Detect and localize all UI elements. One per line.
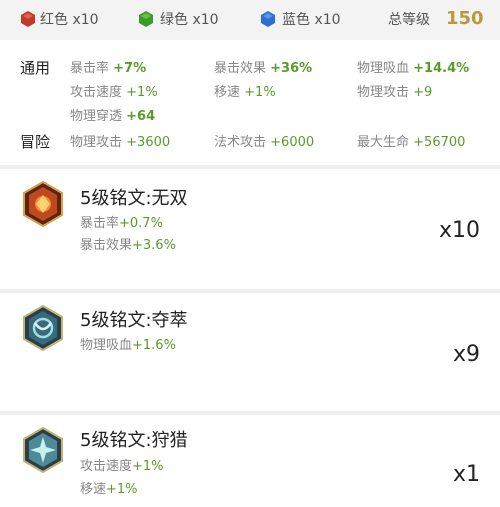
stat-crit-damage: 暴击效果 +36% — [214, 61, 313, 76]
inscription-stat: 移速+1% — [80, 482, 138, 497]
inscription-title: 5级铭文:夺萃 — [80, 310, 188, 331]
stat-crit-rate: 暴击率 +7% — [70, 61, 147, 76]
red-gem-count: 红色 x10 — [40, 12, 99, 28]
stats-summary: 通用 暴击率 +7% 暴击效果 +36% 物理吸血 +14.4% 攻击速度 +1… — [0, 40, 500, 165]
blue-emblem-icon — [23, 427, 63, 473]
inscription-title: 5级铭文:无双 — [80, 188, 188, 209]
category-adventure: 冒险 — [20, 133, 51, 151]
red-emblem-icon — [23, 181, 63, 227]
inscription-row-wushuang[interactable]: 5级铭文:无双 暴击率+0.7% 暴击效果+3.6% x10 — [0, 169, 500, 289]
category-general: 通用 — [20, 59, 51, 77]
inscription-stat: 物理吸血+1.6% — [80, 338, 176, 353]
inscription-row-shoulie[interactable]: 5级铭文:狩猎 攻击速度+1% 移速+1% x1 — [0, 415, 500, 507]
green-gem-count: 绿色 x10 — [160, 12, 219, 28]
total-level-label: 总等级 — [388, 12, 430, 28]
stat-adv-max-hp: 最大生命 +56700 — [357, 135, 466, 150]
green-gem-icon — [139, 11, 153, 27]
stat-move-speed: 移速 +1% — [214, 85, 276, 100]
green-emblem-icon — [23, 305, 63, 351]
blue-gem-icon — [261, 11, 275, 27]
inscription-stat: 暴击效果+3.6% — [80, 238, 176, 253]
stat-adv-magic-attack: 法术攻击 +6000 — [214, 135, 315, 150]
total-level-value: 150 — [446, 8, 484, 29]
inscription-count: x1 — [452, 462, 480, 487]
inscription-count: x10 — [438, 218, 480, 243]
gem-summary-bar: 红色 x10 绿色 x10 蓝色 x10 总等级 150 — [0, 0, 500, 40]
red-gem-icon — [21, 11, 35, 27]
inscription-title: 5级铭文:狩猎 — [80, 430, 188, 451]
stat-lifesteal: 物理吸血 +14.4% — [357, 61, 470, 76]
stat-armor-pen: 物理穿透 +64 — [70, 109, 156, 124]
inscription-row-duocui[interactable]: 5级铭文:夺萃 物理吸血+1.6% x9 — [0, 293, 500, 411]
inscription-stat: 攻击速度+1% — [80, 459, 164, 474]
stat-adv-physical-attack: 物理攻击 +3600 — [70, 135, 171, 150]
blue-gem-count: 蓝色 x10 — [282, 12, 341, 28]
inscription-count: x9 — [452, 342, 480, 367]
inscription-stat: 暴击率+0.7% — [80, 216, 163, 231]
stat-attack-speed: 攻击速度 +1% — [70, 85, 158, 100]
stat-physical-attack: 物理攻击 +9 — [357, 85, 433, 100]
